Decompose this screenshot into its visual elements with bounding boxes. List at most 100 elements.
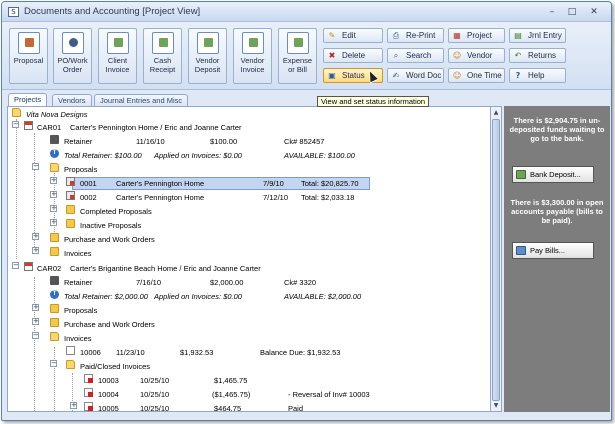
tree-row-root[interactable]: Vita Nova Designs bbox=[8, 108, 490, 121]
status-button-label: Status bbox=[342, 71, 365, 80]
help-button[interactable]: ? Help bbox=[509, 68, 566, 83]
vendor-deposit-label: Vendor Deposit bbox=[194, 56, 221, 74]
proposal-name: Carter's Pennington Home bbox=[116, 179, 205, 188]
cash-receipt-button[interactable]: Cash Receipt bbox=[143, 28, 182, 84]
expand-icon[interactable]: + bbox=[50, 219, 57, 226]
expand-icon[interactable]: + bbox=[50, 177, 57, 184]
maximize-button[interactable]: □ bbox=[563, 6, 581, 19]
collapse-icon[interactable]: − bbox=[12, 262, 19, 269]
tree-row-retainer-summary[interactable]: T Total Retainer: $100.00 Applied on Inv… bbox=[8, 149, 490, 162]
tree-row-car01[interactable]: − CAR01 Carter's Pennington Home / Eric … bbox=[8, 121, 490, 134]
expand-icon[interactable]: + bbox=[70, 402, 77, 409]
help-icon: ? bbox=[515, 71, 521, 80]
retainer-amount: $100.00 bbox=[210, 137, 238, 146]
folder-label: Invoices bbox=[64, 334, 92, 343]
folder-open-icon bbox=[50, 163, 59, 172]
vendor-button[interactable]: ☺ Vendor bbox=[448, 48, 505, 63]
search-button[interactable]: ⌕ Search bbox=[387, 48, 444, 63]
tree-row-proposal-0001[interactable]: + 0001 Carter's Pennington Home 7/9/10 T… bbox=[8, 177, 490, 190]
project-icon: ▦ bbox=[453, 31, 461, 40]
retainer-check: Ck# 3320 bbox=[284, 278, 317, 287]
tree-row-proposals[interactable]: − Proposals bbox=[8, 163, 490, 176]
tree-row-proposal-0002[interactable]: + 0002 Carter's Pennington Home 7/12/10 … bbox=[8, 191, 490, 204]
tree-row-proposals[interactable]: + Proposals bbox=[8, 304, 490, 317]
close-button[interactable]: ✕ bbox=[583, 6, 605, 19]
folder-icon bbox=[50, 318, 59, 327]
company-name: Vita Nova Designs bbox=[26, 110, 88, 119]
tree-row-completed-proposals[interactable]: + Completed Proposals bbox=[8, 205, 490, 218]
expand-icon[interactable]: + bbox=[50, 191, 57, 198]
project-tree[interactable]: Vita Nova Designs − CAR01 Carter's Penni… bbox=[7, 106, 491, 412]
tab-journal-entries[interactable]: Journal Entries and Misc bbox=[94, 94, 189, 106]
invoice-number: 10003 bbox=[98, 376, 119, 385]
tree-row-invoice-10004[interactable]: 10004 10/25/10 ($1,465.75) - Reversal of… bbox=[8, 388, 490, 401]
project-button[interactable]: ▦ Project bbox=[448, 28, 505, 43]
scroll-up-arrow-icon[interactable]: ▲ bbox=[492, 108, 500, 117]
expand-icon[interactable]: + bbox=[32, 304, 39, 311]
tree-row-invoices[interactable]: + Invoices bbox=[8, 247, 490, 260]
returns-button-label: Returns bbox=[528, 51, 557, 60]
status-tooltip: View and set status information bbox=[317, 96, 430, 107]
tree-row-inactive-proposals[interactable]: + Inactive Proposals bbox=[8, 219, 490, 232]
tree-row-invoice-10006[interactable]: 10006 11/23/10 $1,932.53 Balance Due: $1… bbox=[8, 346, 490, 359]
tree-row-invoices[interactable]: − Invoices bbox=[8, 332, 490, 345]
proposal-total: Total: $2,033.18 bbox=[301, 193, 355, 202]
tree-scrollbar[interactable]: ▲ ▼ bbox=[491, 106, 502, 412]
tree-row-purchase-orders[interactable]: + Purchase and Work Orders bbox=[8, 233, 490, 246]
available-amount: AVAILABLE: $2,000.00 bbox=[284, 292, 362, 301]
expand-icon[interactable]: + bbox=[32, 318, 39, 325]
closed-invoice-icon bbox=[84, 388, 93, 397]
delete-button[interactable]: ✖ Delete bbox=[323, 48, 383, 63]
invoice-icon bbox=[106, 32, 129, 54]
tree-row-paid-closed[interactable]: − Paid/Closed Invoices bbox=[8, 360, 490, 373]
title-bar[interactable]: S Documents and Accounting [Project View… bbox=[2, 2, 611, 22]
tree-row-retainer[interactable]: Retainer 11/16/10 $100.00 Ck# 852457 bbox=[8, 135, 490, 148]
retainer-icon bbox=[50, 276, 59, 285]
expand-icon[interactable]: + bbox=[32, 233, 39, 240]
reprint-button[interactable]: ⎙ Re-Print bbox=[387, 28, 444, 43]
vendor-person-icon: ☺ bbox=[452, 51, 462, 60]
pay-bills-button[interactable]: Pay Bills... bbox=[512, 242, 594, 259]
tree-row-purchase-orders[interactable]: + Purchase and Work Orders bbox=[8, 318, 490, 331]
scroll-thumb[interactable] bbox=[492, 119, 500, 401]
collapse-icon[interactable]: − bbox=[12, 121, 19, 128]
po-work-order-button[interactable]: PO/Work Order bbox=[53, 28, 92, 84]
one-time-person-icon: ☺ bbox=[452, 71, 462, 80]
tree-row-invoice-10003[interactable]: 10003 10/25/10 $1,465.75 bbox=[8, 374, 490, 387]
scroll-down-arrow-icon[interactable]: ▼ bbox=[492, 401, 500, 410]
invoice-amount: $464.75 bbox=[214, 404, 242, 412]
invoice-number: 10004 bbox=[98, 390, 119, 399]
client-invoice-button[interactable]: Client Invoice bbox=[98, 28, 137, 84]
tab-projects[interactable]: Projects bbox=[8, 93, 48, 107]
vendor-deposit-button[interactable]: Vendor Deposit bbox=[188, 28, 227, 84]
collapse-icon[interactable]: − bbox=[50, 360, 57, 367]
invoice-date: 10/25/10 bbox=[140, 390, 170, 399]
returns-button[interactable]: ↶ Returns bbox=[509, 48, 566, 63]
expand-icon[interactable]: + bbox=[32, 247, 39, 254]
vendor-invoice-button[interactable]: Vendor Invoice bbox=[233, 28, 272, 84]
applied-on-invoices: Applied on Invoices: $0.00 bbox=[154, 151, 242, 160]
one-time-button[interactable]: ☺ One Time bbox=[448, 68, 505, 83]
collapse-icon[interactable]: − bbox=[32, 163, 39, 170]
tree-row-retainer-summary[interactable]: T Total Retainer: $2,000.00 Applied on I… bbox=[8, 290, 490, 303]
collapse-icon[interactable]: − bbox=[32, 332, 39, 339]
journal-entry-button[interactable]: ▤ Jrnl Entry bbox=[509, 28, 566, 43]
expense-or-bill-button[interactable]: Expense or Bill bbox=[278, 28, 317, 84]
tab-vendors[interactable]: Vendors bbox=[52, 94, 92, 106]
project-name: Carter's Pennington Home / Eric and Joan… bbox=[70, 123, 242, 132]
word-doc-button[interactable]: ✍ Word Doc bbox=[387, 68, 444, 83]
available-amount: AVAILABLE: $100.00 bbox=[284, 151, 355, 160]
proposal-button[interactable]: Proposal bbox=[9, 28, 48, 84]
invoice-amount: $1,465.75 bbox=[214, 376, 248, 385]
vendor-button-label: Vendor bbox=[467, 51, 493, 60]
bank-deposit-button[interactable]: Bank Deposit... bbox=[512, 166, 594, 183]
tree-row-invoice-10005[interactable]: + 10005 10/25/10 $464.75 Paid bbox=[8, 402, 490, 412]
invoice-date: 11/23/10 bbox=[116, 348, 145, 357]
returns-icon: ↶ bbox=[514, 51, 522, 60]
minimize-button[interactable]: – bbox=[543, 6, 561, 19]
expand-icon[interactable]: + bbox=[50, 205, 57, 212]
tree-row-car02[interactable]: − CAR02 Carter's Brigantine Beach Home /… bbox=[8, 262, 490, 275]
tree-row-retainer[interactable]: Retainer 7/16/10 $2,000.00 Ck# 3320 bbox=[8, 276, 490, 289]
edit-button[interactable]: ✎ Edit bbox=[323, 28, 383, 43]
help-button-label: Help bbox=[528, 71, 545, 80]
